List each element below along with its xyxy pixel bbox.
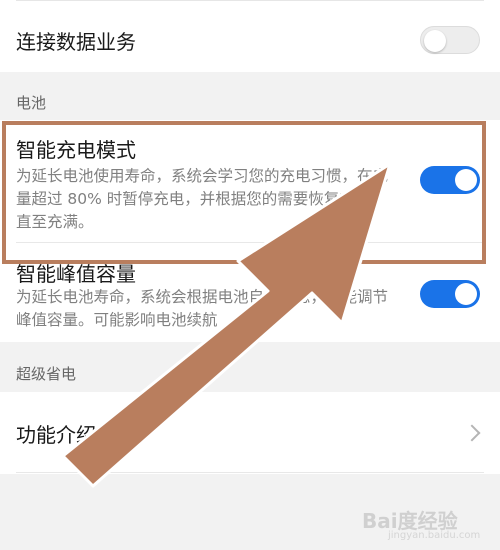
battery-section-header: 电池	[16, 94, 47, 112]
peak-capacity-title: 智能峰值容量	[16, 262, 136, 286]
smart-charge-title: 智能充电模式	[16, 138, 136, 162]
data-service-row[interactable]: 连接数据业务	[0, 0, 500, 72]
battery-divider	[16, 242, 484, 243]
peak-capacity-description: 为延长电池寿命，系统会根据电池自身状态，智能调节峰值容量。可能影响电池续航	[16, 288, 389, 329]
smart-charge-description: 为延长电池使用寿命，系统会学习您的充电习惯，在电量超过 80% 时暂停充电，并根…	[16, 167, 389, 231]
data-service-label: 连接数据业务	[16, 30, 136, 54]
toggle-knob	[424, 30, 446, 52]
chevron-right-icon	[463, 424, 481, 442]
baidu-watermark-url: jingyan.baidu.com	[388, 530, 481, 541]
toggle-knob	[455, 283, 477, 305]
smart-charge-toggle[interactable]	[420, 166, 480, 194]
super-save-section-header: 超级省电	[16, 365, 77, 383]
super-save-divider	[16, 472, 484, 473]
peak-capacity-toggle[interactable]	[420, 280, 480, 308]
feature-intro-label: 功能介绍	[16, 423, 96, 447]
super-save-card: 功能介绍	[0, 392, 500, 474]
data-service-toggle[interactable]	[420, 26, 480, 54]
top-divider	[16, 0, 484, 1]
battery-card: 智能充电模式 为延长电池使用寿命，系统会学习您的充电习惯，在电量超过 80% 时…	[0, 120, 500, 342]
toggle-knob	[455, 169, 477, 191]
feature-intro-row[interactable]: 功能介绍	[0, 392, 500, 472]
